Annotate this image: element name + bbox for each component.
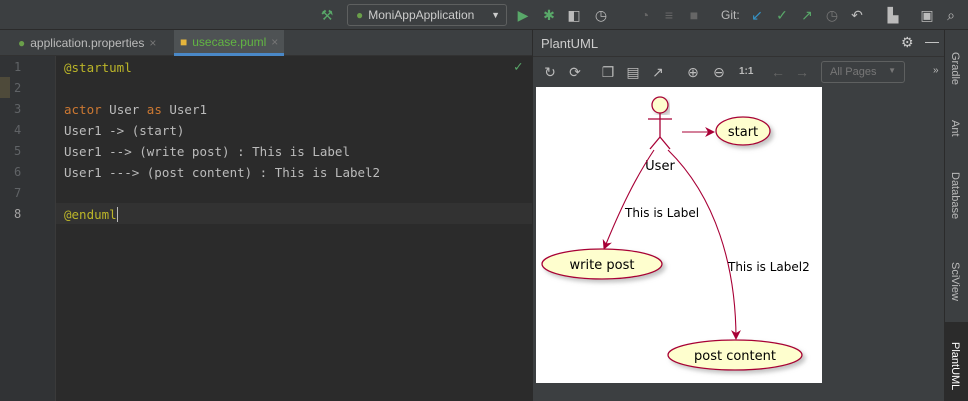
search-icon[interactable]: ⌕ xyxy=(942,6,960,24)
code-line: User1 -> (start) xyxy=(64,123,185,138)
chevron-down-icon: ▼ xyxy=(491,10,500,20)
sync-icon[interactable]: ⟳ xyxy=(566,63,584,81)
edge-label: This is Label2 xyxy=(727,260,810,274)
actor-icon xyxy=(648,96,672,150)
next-page-icon[interactable]: → xyxy=(793,63,811,81)
main-toolbar: ⚒ ● MoniAppApplication ▼ ▶ ✱ ◧ ◷ ◔ ≡ ■ G… xyxy=(0,0,968,30)
line-number: 6 xyxy=(14,165,22,179)
line-number: 2 xyxy=(14,81,22,95)
terminal-icon[interactable]: ▣ xyxy=(918,6,936,24)
spring-icon: ● xyxy=(18,36,26,50)
code-line: User1 --> (write post) : This is Label xyxy=(64,144,350,159)
external-icon[interactable]: ↗ xyxy=(649,63,667,81)
pages-select[interactable]: All Pages ▼ xyxy=(821,61,905,83)
gear-icon[interactable]: ⚙ xyxy=(901,34,914,51)
rollback-icon[interactable]: ↶ xyxy=(848,6,866,24)
run-config-label: MoniAppApplication xyxy=(368,8,475,22)
uml-diagram: User start write post post content This … xyxy=(536,87,822,383)
tab-label: application.properties xyxy=(30,36,145,50)
tool-window-ant[interactable]: Ant xyxy=(949,120,961,137)
line-number: 5 xyxy=(14,144,22,158)
profile-icon[interactable]: ◷ xyxy=(592,6,610,24)
copy-icon[interactable]: ❐ xyxy=(599,63,617,81)
line-number: 3 xyxy=(14,102,22,116)
line-number: 7 xyxy=(14,186,22,200)
zoom-out-icon[interactable]: ⊖ xyxy=(710,63,728,81)
plantuml-file-icon: ■ xyxy=(180,34,188,49)
history-icon[interactable]: ◷ xyxy=(823,6,841,24)
tool-window-database[interactable]: Database xyxy=(949,172,961,219)
current-line-highlight xyxy=(56,203,532,224)
project-structure-icon[interactable]: ▙ xyxy=(884,6,902,24)
code-editor[interactable]: 1 2 3 4 5 6 7 8 @startuml actor User as … xyxy=(0,56,532,401)
save-icon[interactable]: ▤ xyxy=(624,63,642,81)
build-hammer-icon[interactable]: ⚒ xyxy=(318,6,336,24)
tool-window-sciview[interactable]: SciView xyxy=(949,262,961,301)
code-line: actor User as User1 xyxy=(64,102,208,117)
run-configuration-select[interactable]: ● MoniAppApplication ▼ xyxy=(347,4,507,26)
usecase-label: start xyxy=(728,125,758,140)
line-gutter xyxy=(0,56,56,401)
no-problems-check-icon: ✓ xyxy=(514,59,523,75)
panel-title: PlantUML xyxy=(541,35,599,51)
more-icon[interactable]: » xyxy=(933,65,939,76)
code-line: @startuml xyxy=(64,60,132,75)
code-line: @enduml xyxy=(64,207,118,222)
arrow-post-content xyxy=(667,149,741,340)
edge-label: This is Label xyxy=(624,206,699,220)
git-label: Git: xyxy=(721,8,740,22)
editor-tabs: ● application.properties × ■ usecase.pum… xyxy=(0,30,532,56)
right-tool-strip: Gradle Ant Database SciView PlantUML xyxy=(944,30,968,401)
line-number: 8 xyxy=(14,207,22,221)
actor-label: User xyxy=(645,159,675,174)
tab-label: usecase.puml xyxy=(192,34,267,49)
plantuml-toolbar: ↻ ⟳ ❐ ▤ ↗ ⊕ ⊖ 1:1 ← → All Pages ▼ » xyxy=(533,56,944,87)
close-icon[interactable]: × xyxy=(149,36,156,50)
git-commit-icon[interactable]: ✓ xyxy=(773,6,791,24)
run-icon[interactable]: ▶ xyxy=(514,6,532,24)
tool-window-plantuml[interactable]: PlantUML xyxy=(949,342,961,390)
coverage-icon[interactable]: ◧ xyxy=(565,6,583,24)
spring-icon: ● xyxy=(356,8,364,22)
zoom-in-icon[interactable]: ⊕ xyxy=(684,63,702,81)
minimize-icon[interactable]: — xyxy=(925,33,939,49)
git-push-icon[interactable]: ↗ xyxy=(798,6,816,24)
tool-window-gradle[interactable]: Gradle xyxy=(949,52,961,85)
actual-size-button[interactable]: 1:1 xyxy=(739,66,753,77)
step-icon[interactable]: ≡ xyxy=(660,6,678,24)
line-number: 4 xyxy=(14,123,22,137)
tab-usecase-puml[interactable]: ■ usecase.puml × xyxy=(174,30,285,56)
close-icon[interactable]: × xyxy=(271,35,278,49)
prev-page-icon[interactable]: ← xyxy=(769,63,787,81)
stop-icon[interactable]: ■ xyxy=(685,6,703,24)
debug-icon[interactable]: ✱ xyxy=(540,6,558,24)
attach-icon[interactable]: ◔ xyxy=(636,6,654,24)
git-update-icon[interactable]: ↙ xyxy=(748,6,766,24)
refresh-icon[interactable]: ↻ xyxy=(541,63,559,81)
line-number: 1 xyxy=(14,60,22,74)
code-line: User1 ---> (post content) : This is Labe… xyxy=(64,165,381,180)
tab-application-properties[interactable]: ● application.properties × xyxy=(12,30,162,56)
usecase-label: write post xyxy=(570,258,635,273)
plantuml-panel-header: PlantUML ⚙ — xyxy=(533,30,944,56)
usecase-label: post content xyxy=(694,349,776,364)
